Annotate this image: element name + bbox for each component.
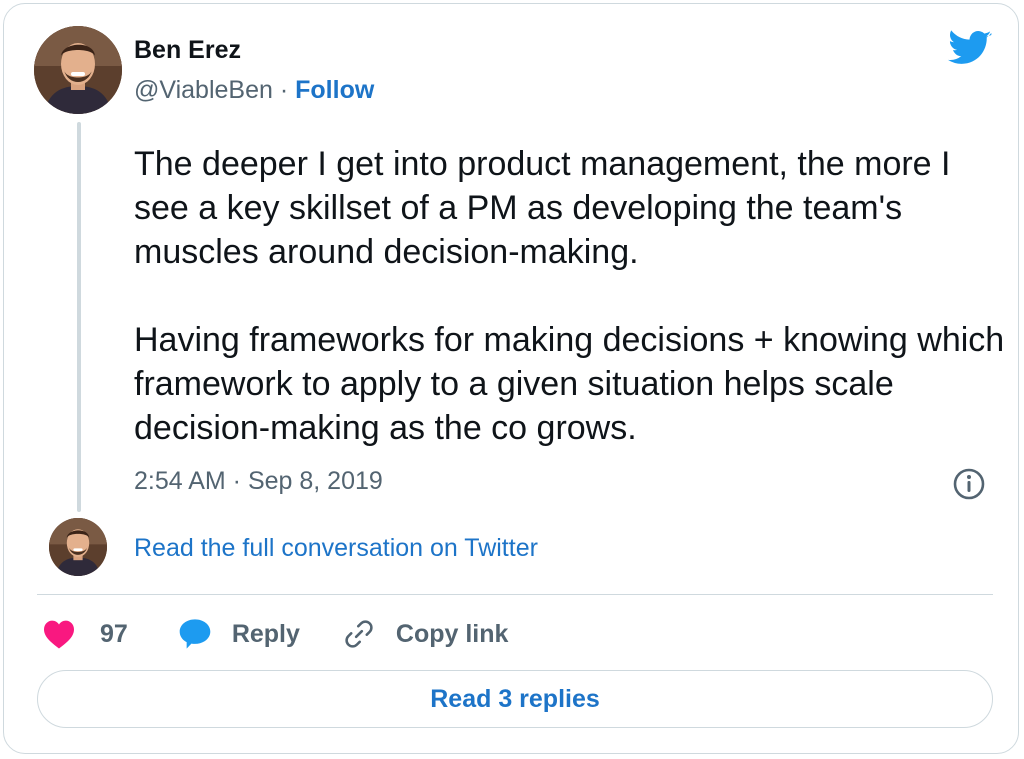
speech-bubble-icon [179,619,211,649]
author-handle-row: @ViableBen · Follow [134,76,374,105]
author-name[interactable]: Ben Erez [134,36,241,65]
info-icon[interactable] [952,467,986,501]
thread-line [77,122,81,512]
read-replies-button[interactable]: Read 3 replies [37,670,993,728]
heart-icon [44,620,74,649]
tweet-timestamp[interactable]: 2:54 AM · Sep 8, 2019 [134,467,383,496]
copy-link-button[interactable]: Copy link [342,617,509,651]
author-handle[interactable]: @ViableBen [134,76,273,104]
reply-button[interactable]: Reply [178,618,300,650]
twitter-bird-icon[interactable] [948,30,992,68]
divider [37,594,993,595]
reply-label: Reply [231,619,300,648]
avatar-photo-small [49,518,107,576]
like-count: 97 [100,619,128,648]
tweet-text: The deeper I get into product management… [134,145,1005,447]
read-replies-label: Read 3 replies [430,684,600,713]
avatar-photo [34,26,122,114]
follow-link[interactable]: Follow [295,76,374,104]
author-avatar[interactable] [34,26,122,114]
tweet-card: Ben Erez @ViableBen · Follow The deeper … [3,3,1019,754]
like-button[interactable]: 97 [42,619,128,649]
conversation-avatar[interactable] [49,518,107,576]
action-bar: 97 Reply Copy link [42,616,508,652]
link-icon [345,620,373,648]
handle-separator: · [279,76,289,104]
read-conversation-link[interactable]: Read the full conversation on Twitter [134,534,538,563]
copy-link-label: Copy link [395,619,509,648]
